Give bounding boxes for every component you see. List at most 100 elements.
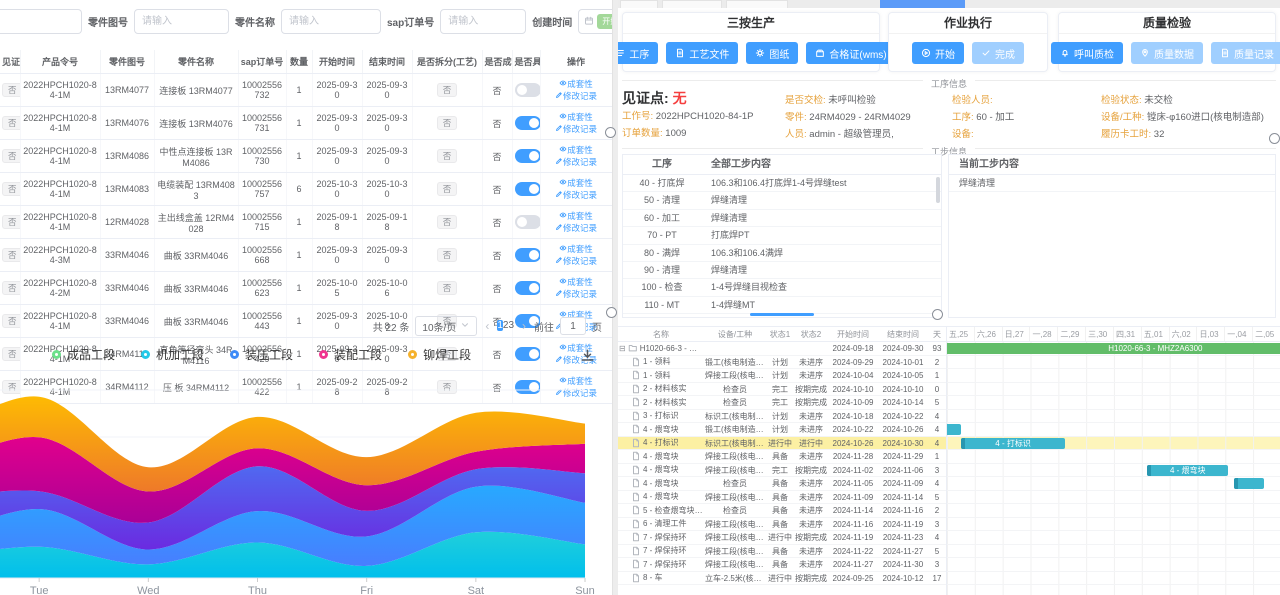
timeline-row[interactable] xyxy=(947,396,1280,410)
steps-horizontal-scrollbar[interactable] xyxy=(750,313,814,316)
gantt-task-row[interactable]: 2 - 材料核实检查员完工按期完成2024-10-092024-10-145 xyxy=(618,396,946,410)
resize-handle[interactable] xyxy=(1269,133,1280,144)
ready-toggle[interactable] xyxy=(515,248,541,262)
step-row[interactable]: 70 - PT打底焊PT xyxy=(623,227,941,244)
gantt-task-row[interactable]: 4 - 煨弯块检查员具备未进序2024-11-052024-11-094 xyxy=(618,477,946,491)
timeline-row[interactable]: 4 - 煨弯块 xyxy=(947,464,1280,478)
合格证(wms)-button[interactable]: 合格证(wms) xyxy=(806,42,895,64)
table-row[interactable]: 否2022HPCH1020-84-1M13RM4083电缆装配 13RM4083… xyxy=(0,173,612,206)
ready-toggle[interactable] xyxy=(515,182,541,196)
gantt-task-row[interactable]: 8 - 车立车-2.5米(核电制造部)进行中按期完成2024-09-252024… xyxy=(618,572,946,586)
呼叫质检-button[interactable]: 呼叫质检 xyxy=(1051,42,1123,64)
resize-handle[interactable] xyxy=(932,309,943,320)
table-row[interactable]: 否2022HPCH1020-84-1M13RM4077连接板 13RM40771… xyxy=(0,74,612,107)
modify-record-link[interactable]: 修改记录 xyxy=(555,256,597,266)
legend-item[interactable]: 机加工段 xyxy=(141,346,204,363)
gantt-task-row[interactable]: 4 - 煨弯块焊接工段(核电制造部)具备未进序2024-11-092024-11… xyxy=(618,491,946,505)
gantt-task-row[interactable]: ⊟H1020-66-3 - MHZ2A63002024-09-182024-09… xyxy=(618,342,946,356)
ready-toggle[interactable] xyxy=(515,149,541,163)
step-row[interactable]: 100 - 检查1-4号焊缝目视检查 xyxy=(623,279,941,296)
stacked-area-chart[interactable]: TueWedThuFriSatSun xyxy=(0,368,612,595)
gantt-task-row[interactable]: 7 - 焊保持环焊接工段(核电制造部)具备未进序2024-11-222024-1… xyxy=(618,545,946,559)
tab-3[interactable] xyxy=(726,0,788,8)
modify-record-link[interactable]: 修改记录 xyxy=(555,124,597,134)
timeline-row[interactable] xyxy=(947,410,1280,424)
gantt-task-row[interactable]: 2 - 材料核实检查员完工按期完成2024-10-102024-10-100 xyxy=(618,383,946,397)
step-row[interactable]: 40 - 打底焊106.3和106.4打底焊1-4号焊缝test xyxy=(623,175,941,192)
table-row[interactable]: 否2022HPCH1020-84-1M13RM4086中性点连接板 13RM40… xyxy=(0,140,612,173)
质量记录-button[interactable]: 质量记录 xyxy=(1211,42,1280,64)
modify-record-link[interactable]: 修改记录 xyxy=(555,91,597,101)
ready-toggle[interactable] xyxy=(515,347,541,361)
page-size-select[interactable]: 10条/页 xyxy=(415,316,477,336)
step-row[interactable]: 80 - 满焊106.3和106.4满焊 xyxy=(623,245,941,262)
legend-item[interactable]: 成品工段 xyxy=(52,346,115,363)
set-detail-link[interactable]: 成套性 xyxy=(559,79,593,89)
ready-toggle[interactable] xyxy=(515,83,541,97)
gantt-task-row[interactable]: 1 - 领料锻工(核电制造部)计划未进序2024-09-292024-10-01… xyxy=(618,356,946,370)
set-detail-link[interactable]: 成套性 xyxy=(559,178,593,188)
timeline-row[interactable] xyxy=(947,491,1280,505)
set-detail-link[interactable]: 成套性 xyxy=(559,277,593,287)
timeline-row[interactable] xyxy=(947,545,1280,559)
timeline-row[interactable] xyxy=(947,383,1280,397)
gantt-task-row[interactable]: 5 - 检查煨弯块外径检查员具备未进序2024-11-142024-11-162 xyxy=(618,504,946,518)
gantt-bar[interactable]: H1020-66-3 - MHZ2A6300 xyxy=(946,343,1280,354)
timeline-row[interactable] xyxy=(947,585,1280,595)
gantt-task-row[interactable]: 7 - 焊保持环焊接工段(核电制造部)进行中按期完成2024-11-192024… xyxy=(618,531,946,545)
timeline-row[interactable] xyxy=(947,558,1280,572)
gantt-task-row[interactable]: 4 - 煨弯块焊接工段(核电制造部)具备未进序2024-11-282024-11… xyxy=(618,450,946,464)
modify-record-link[interactable]: 修改记录 xyxy=(555,289,597,299)
gantt-task-row[interactable]: 4 - 煨弯块焊接工段(核电制造部)完工按期完成2024-11-022024-1… xyxy=(618,464,946,478)
resize-handle[interactable] xyxy=(605,127,616,138)
tab-1[interactable] xyxy=(620,0,658,8)
modify-record-link[interactable]: 修改记录 xyxy=(555,190,597,200)
step-row[interactable]: 110 - MT1-4焊缝MT xyxy=(623,297,941,314)
工艺文件-button[interactable]: 工艺文件 xyxy=(666,42,738,64)
table-row[interactable]: 否2022HPCH1020-84-2M33RM4046曲板 33RM404610… xyxy=(0,272,612,305)
page-number-3[interactable]: 3 xyxy=(508,320,514,331)
prev-page-button[interactable]: ‹ xyxy=(483,319,491,333)
timeline-row[interactable] xyxy=(947,423,1280,437)
legend-item[interactable]: 装压工段 xyxy=(230,346,293,363)
gantt-bar[interactable]: 4 - 打标识 xyxy=(961,438,1065,449)
filter-input-cut[interactable] xyxy=(0,9,82,34)
timeline-row[interactable] xyxy=(947,477,1280,491)
table-row[interactable]: 否2022HPCH1020-84-3M33RM4046曲板 33RM404610… xyxy=(0,239,612,272)
gantt-task-row[interactable]: 1 - 领料焊接工段(核电制造部)计划未进序2024-10-042024-10-… xyxy=(618,369,946,383)
sap-order-input[interactable] xyxy=(440,9,526,34)
timeline-row[interactable] xyxy=(947,450,1280,464)
resize-handle[interactable] xyxy=(606,307,617,318)
set-detail-link[interactable]: 成套性 xyxy=(559,145,593,155)
开始-button[interactable]: 开始 xyxy=(912,42,964,64)
legend-item[interactable]: 装配工段 xyxy=(319,346,382,363)
gantt-task-row[interactable]: 4 - 煨弯块锻工(核电制造部)计划未进序2024-10-222024-10-2… xyxy=(618,423,946,437)
set-detail-link[interactable]: 成套性 xyxy=(559,244,593,254)
set-detail-link[interactable]: 成套性 xyxy=(559,112,593,122)
timeline-row[interactable]: 4 - 打标识 xyxy=(947,437,1280,451)
gantt-task-row[interactable]: 6 - 清理工件焊接工段(核电制造部)具备未进序2024-11-162024-1… xyxy=(618,518,946,532)
part-drawing-input[interactable] xyxy=(134,9,229,34)
legend-item[interactable]: 铆焊工段 xyxy=(408,346,471,363)
date-start-pill[interactable]: 开始日期 xyxy=(597,14,612,29)
table-row[interactable]: 否2022HPCH1020-84-1M12RM4028主出线盒盖 12RM402… xyxy=(0,206,612,239)
timeline-row[interactable] xyxy=(947,356,1280,370)
gantt-task-row[interactable]: 3 - 打标识标识工(核电制造部)计划未进序2024-10-182024-10-… xyxy=(618,410,946,424)
gantt-task-row[interactable]: 4 - 打标识标识工(核电制造部)进行中进行中2024-10-262024-10… xyxy=(618,437,946,451)
steps-vertical-scrollbar[interactable] xyxy=(936,177,940,203)
download-icon[interactable] xyxy=(580,348,595,368)
工序-button[interactable]: 工序 xyxy=(618,42,658,64)
modify-record-link[interactable]: 修改记录 xyxy=(555,223,597,233)
timeline-row[interactable] xyxy=(947,572,1280,586)
step-row[interactable]: 60 - 加工焊缝清理 xyxy=(623,210,941,227)
tab-2[interactable] xyxy=(662,0,722,8)
created-date-range[interactable]: 开始日期 - 结束日期 xyxy=(578,9,612,34)
collapse-icon[interactable]: ⊟ xyxy=(619,342,626,355)
gantt-bar[interactable] xyxy=(946,424,961,435)
goto-page-input[interactable] xyxy=(560,317,586,335)
ready-toggle[interactable] xyxy=(515,281,541,295)
完成-button[interactable]: 完成 xyxy=(972,42,1024,64)
timeline-row[interactable] xyxy=(947,369,1280,383)
ready-toggle[interactable] xyxy=(515,116,541,130)
tab-active[interactable] xyxy=(880,0,965,8)
